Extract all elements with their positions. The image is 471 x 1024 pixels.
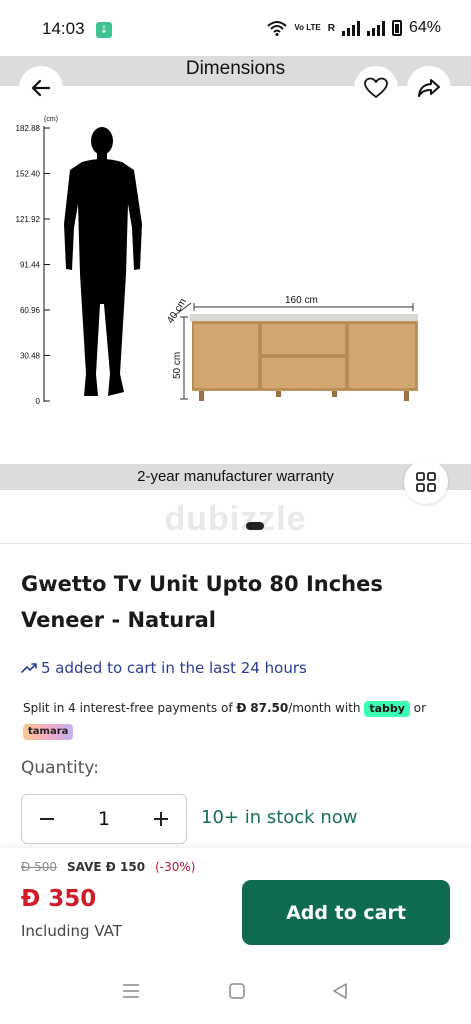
current-price: Đ 350 [21,886,97,912]
system-nav-bar [0,960,471,1024]
battery-icon [391,20,402,36]
cart-activity-text: 5 added to cart in the last 24 hours [41,659,307,677]
share-icon [418,79,440,97]
old-price: Đ 500 [21,860,58,874]
divider [0,543,471,544]
signal-icon-2 [366,20,385,36]
dimensions-figure: (cm) 182.88152.40121.9291.4460.9630.480 … [16,116,418,406]
heart-icon [364,77,388,98]
installments-text: Split in 4 interest-free payments of [23,701,233,715]
grid-icon [416,472,436,492]
discount-row: Đ 500 SAVE Đ 150 (-30%) [21,860,195,874]
scale-label: 30.48 [20,352,41,361]
scale-label: 91.44 [20,261,41,270]
tamara-badge[interactable]: tamara [23,724,74,740]
dimensions-title: Dimensions [185,58,286,79]
scale-label: 0 [36,397,41,406]
quantity-value[interactable]: 1 [98,808,110,830]
person-silhouette [64,127,142,396]
back-nav-icon[interactable] [331,982,349,1000]
currency-symbol: Đ [236,701,247,715]
recent-apps-icon[interactable] [122,982,140,1000]
gallery-grid-button[interactable] [404,460,448,504]
warranty-label: 2-year manufacturer warranty [137,468,334,485]
product-gallery[interactable]: Dimensions (cm) 182.88 152.40 121.92 91.44 6… [0,54,471,544]
quantity-stepper[interactable]: 1 [21,794,187,844]
roaming-label: R [327,22,335,34]
vat-note: Including VAT [21,922,122,940]
plus-icon [154,812,168,826]
increase-quantity-button[interactable] [148,806,174,832]
stock-status: 10+ in stock now [201,807,358,828]
discount-percent: (-30%) [155,860,196,874]
product-title: Gwetto Tv Unit Upto 80 Inches Veneer - N… [21,572,383,632]
volte-label: Vo LTE [294,23,321,32]
save-amount: SAVE Đ 150 [67,860,146,874]
depth-label: 40 cm [165,297,189,326]
status-time: 14:03 [42,19,85,38]
scale-label: 121.92 [16,215,41,224]
status-indicators: Vo LTE R 64% [267,19,441,37]
minus-icon [40,818,54,820]
tv-unit-illustration [190,314,418,401]
height-label: 50 cm [172,352,183,379]
installments-text-after: /month with [288,701,361,715]
height-scale: 182.88 152.40 121.92 91.44 60.96 30.48 0 [16,124,50,406]
scale-label: 152.40 [16,170,41,179]
status-bar: 14:03 ↓ Vo LTE R 64% [0,0,471,54]
width-label: 160 cm [285,295,318,306]
signal-icon [341,20,360,36]
watermark: dubizzle [164,500,307,538]
battery-percent: 64% [408,19,441,36]
home-icon[interactable] [228,982,246,1000]
scale-label: 182.88 [16,124,41,133]
add-to-cart-button[interactable]: Add to cart [242,880,450,945]
trending-up-icon [21,663,37,673]
tabby-badge[interactable]: tabby [364,701,410,717]
decrease-quantity-button[interactable] [34,806,60,832]
scale-label: 60.96 [20,306,41,315]
carousel-indicator[interactable] [246,522,264,530]
wifi-icon [267,21,288,36]
purchase-bar: Đ 500 SAVE Đ 150 (-30%) Đ 350 Including … [0,848,471,960]
scale-unit: (cm) [44,116,58,123]
download-icon: ↓ [96,22,112,38]
or-text: or [413,701,427,715]
arrow-left-icon [31,79,51,97]
installment-amount: 87.50 [250,701,289,715]
cart-activity: 5 added to cart in the last 24 hours [21,659,307,677]
quantity-label: Quantity: [21,758,99,778]
installments-info: Split in 4 interest-free payments of Đ 8… [23,697,443,741]
